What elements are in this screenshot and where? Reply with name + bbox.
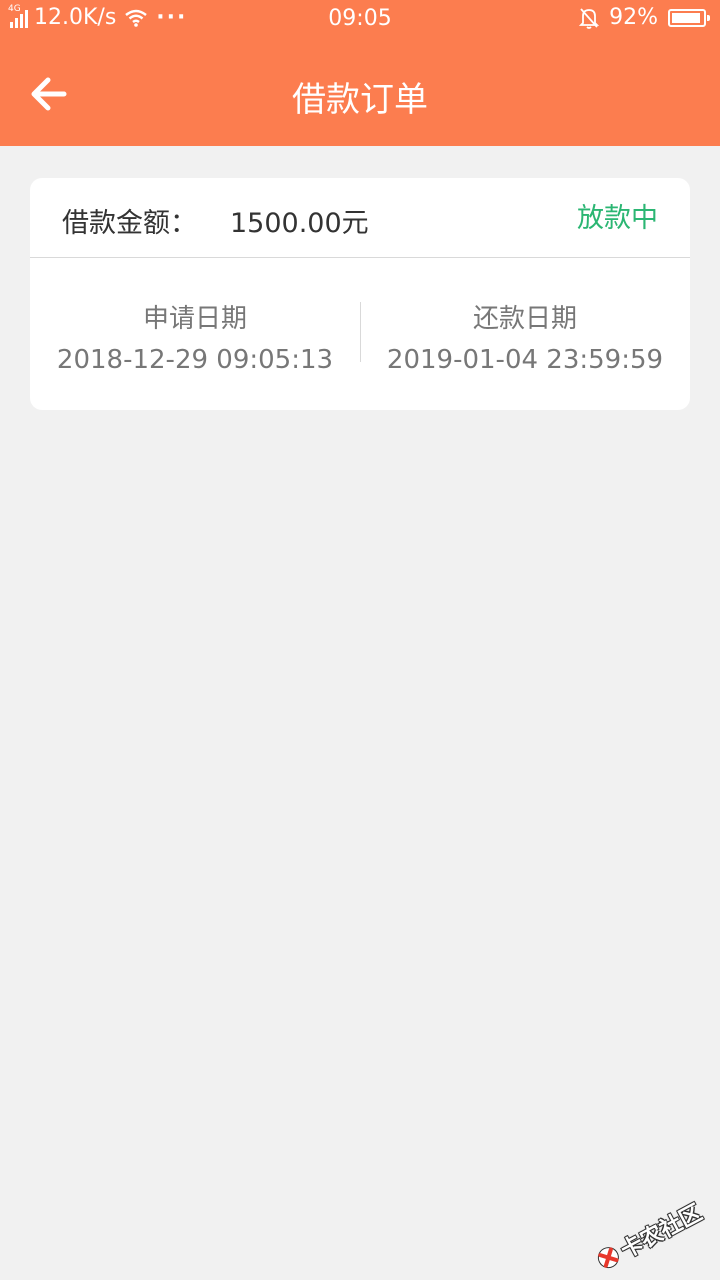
app-header: 4G 12.0K/s ··· 09:05 92% 借款订单 [0, 0, 720, 146]
status-right: 92% [579, 5, 710, 30]
status-bar: 4G 12.0K/s ··· 09:05 92% [0, 0, 720, 38]
watermark-text: 卡农社区 [616, 1200, 707, 1264]
amount-value: 1500.00元 [230, 208, 369, 239]
watermark-logo-icon [597, 1247, 619, 1269]
apply-date-value: 2018-12-29 09:05:13 [56, 345, 334, 375]
battery-percent: 92% [609, 5, 658, 30]
nav-bar: 借款订单 [0, 38, 720, 146]
page-title: 借款订单 [292, 80, 428, 120]
apply-date-column: 申请日期 2018-12-29 09:05:13 [30, 298, 360, 375]
repay-date-column: 还款日期 2019-01-04 23:59:59 [360, 298, 690, 375]
status-badge: 放款中 [577, 203, 658, 234]
battery-icon [668, 8, 710, 27]
repay-date-label: 还款日期 [472, 304, 577, 334]
amount-row: 借款金额： 1500.00元 放款中 [30, 178, 690, 258]
repay-date-value: 2019-01-04 23:59:59 [386, 345, 664, 375]
amount-label: 借款金额： [62, 208, 197, 239]
watermark: 卡农社区 [591, 1195, 707, 1277]
silent-bell-icon [579, 7, 600, 29]
apply-date-label: 申请日期 [142, 304, 247, 334]
loan-order-card[interactable]: 借款金额： 1500.00元 放款中 申请日期 2018-12-29 09:05… [30, 178, 690, 410]
